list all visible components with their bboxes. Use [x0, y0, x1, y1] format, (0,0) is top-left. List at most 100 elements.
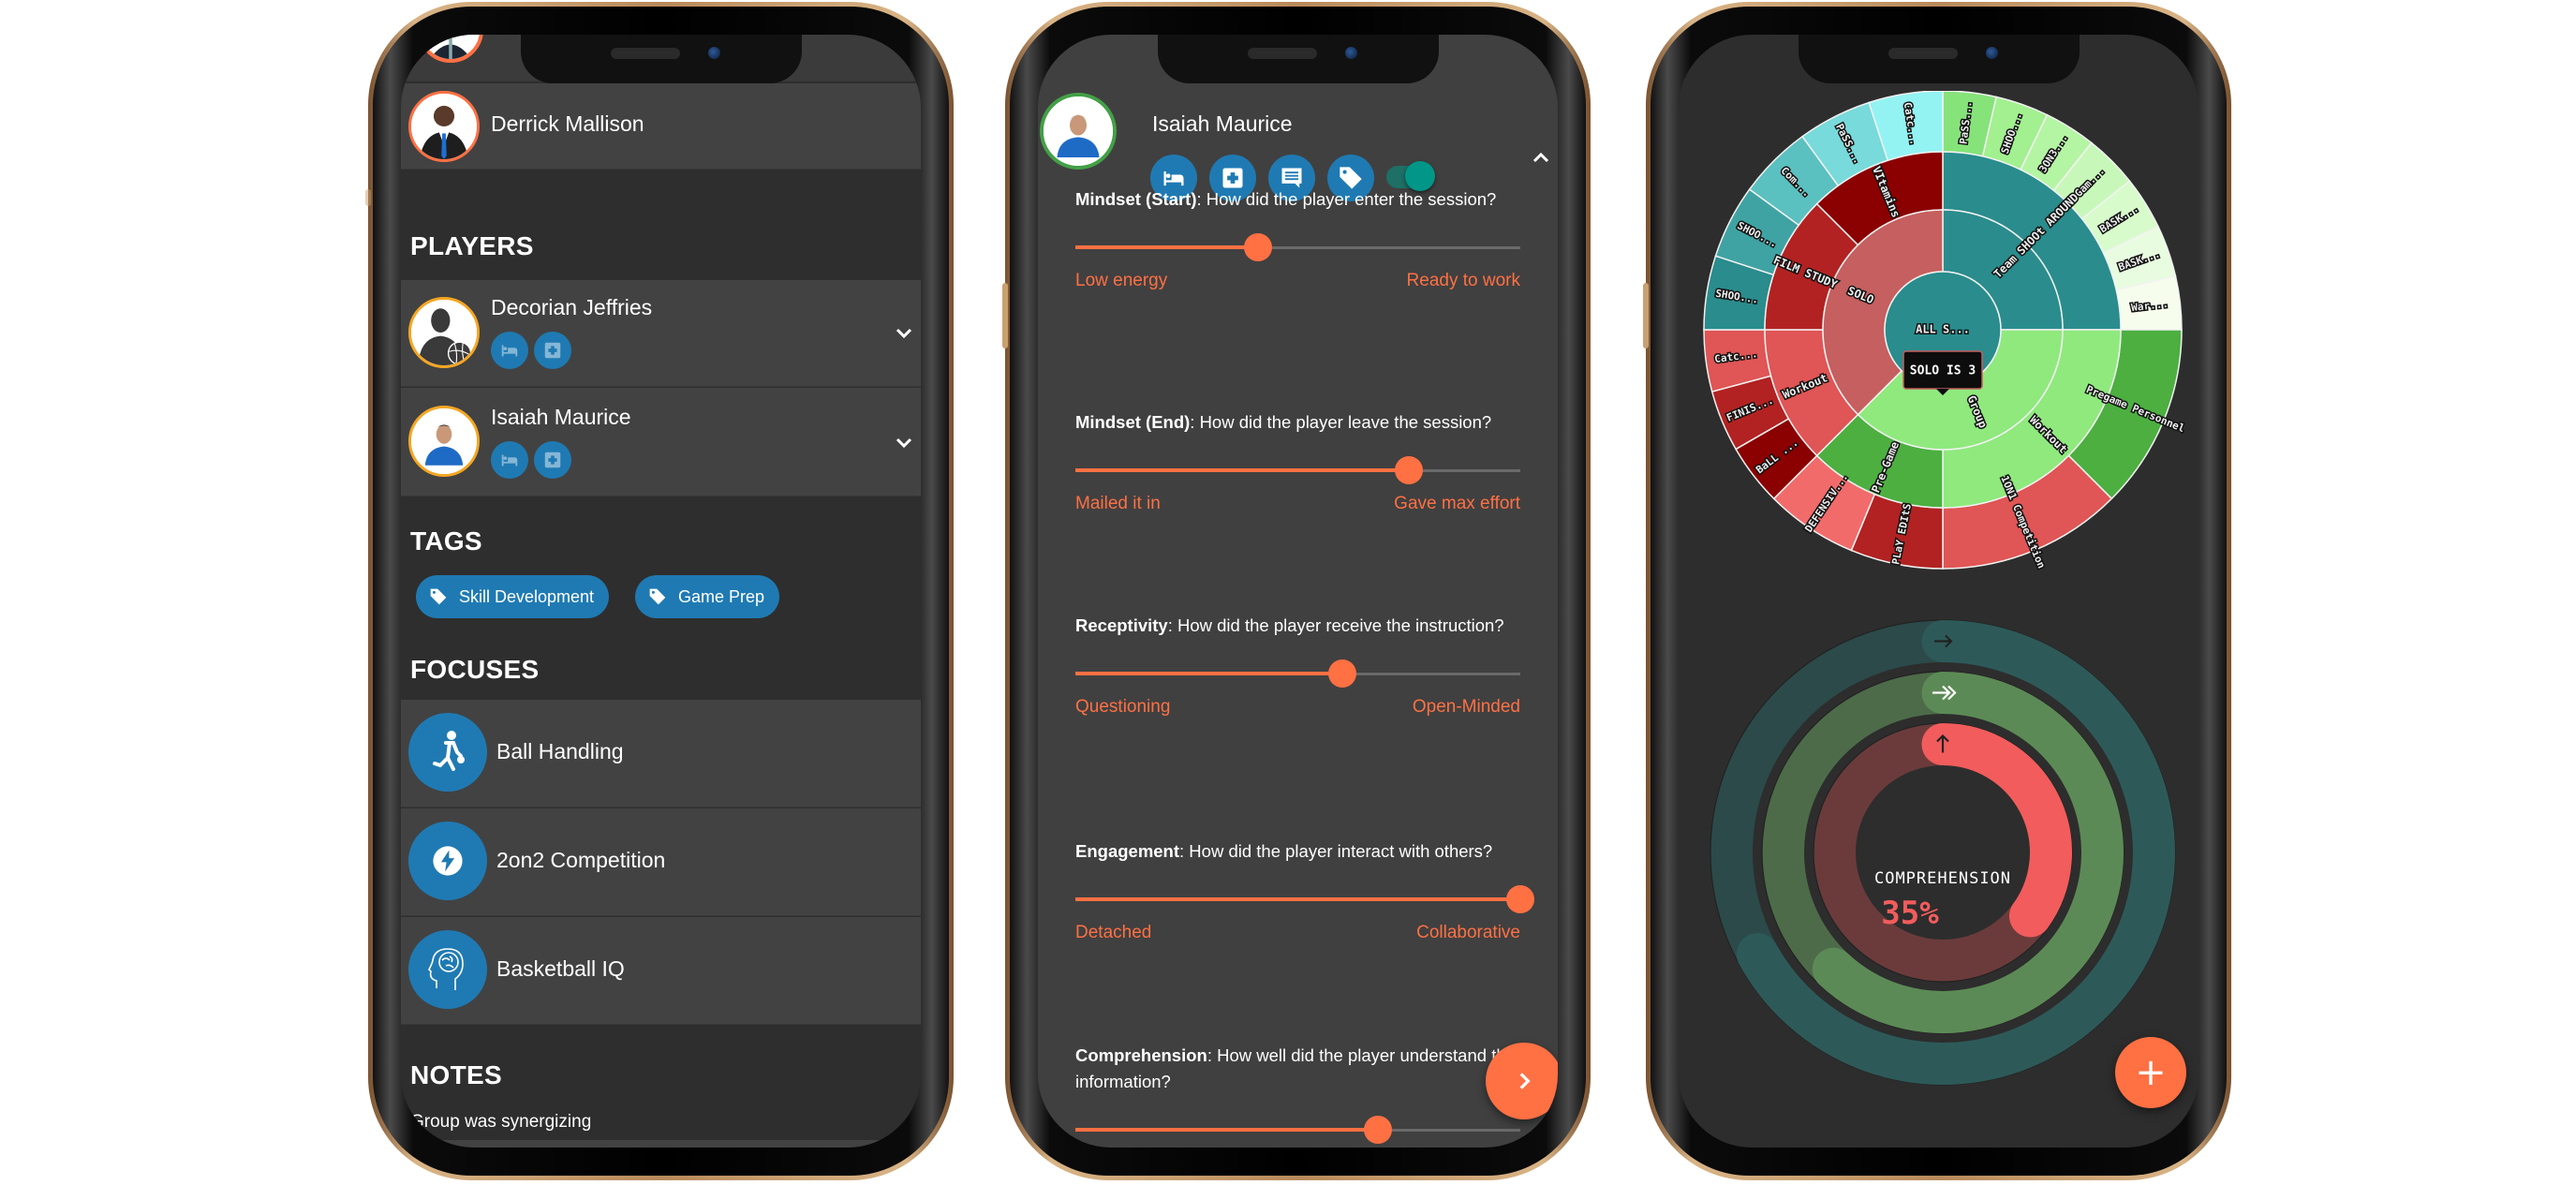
focuses-section-title: FOCUSES [410, 655, 540, 684]
notes-section-title: NOTES [410, 1060, 502, 1089]
question-text: Receptivity: How did the player receive … [1075, 613, 1520, 639]
rating-slider[interactable] [1075, 1116, 1520, 1144]
phone-side-button [1002, 283, 1008, 348]
plus-icon: + [2135, 1051, 2167, 1094]
question-prompt: : How did the player receive the instruc… [1167, 615, 1504, 635]
center-label: COMPREHENSION [1874, 869, 2011, 888]
player-avatar-placeholder [408, 297, 480, 368]
chevron-up-icon[interactable] [1530, 147, 1552, 170]
focus-row[interactable]: Ball Handling [401, 700, 921, 807]
question-block: Mindset (Start): How did the player ente… [1075, 186, 1520, 291]
phone-side-button [1643, 283, 1649, 348]
bed-icon[interactable] [491, 441, 528, 479]
question-title: Mindset (End) [1075, 412, 1191, 432]
notes-text: Group was synergizing [410, 1112, 592, 1132]
player-name: Decorian Jeffries [491, 295, 653, 319]
focus-label: 2on2 Competition [496, 848, 666, 872]
question-title: Comprehension [1075, 1045, 1207, 1065]
player-name: Isaiah Maurice [491, 405, 631, 429]
slider-min-label: Detached [1075, 923, 1152, 942]
tooltip-text: SOLO IS 3 [1910, 364, 1976, 378]
medical-plus-icon[interactable] [534, 441, 571, 479]
tags-section-title: TAGS [410, 526, 482, 555]
coach-avatar-partial [418, 35, 483, 63]
question-block: Receptivity: How did the player receive … [1075, 613, 1520, 718]
slider-fill [1075, 672, 1342, 675]
phone-side-button [365, 189, 371, 206]
phone-bezel: Isaiah Maurice Mindset (Start): How did … [1010, 7, 1586, 1176]
tag-label: Game Prep [678, 586, 765, 606]
toggle-switch[interactable] [1386, 161, 1435, 191]
slider-thumb[interactable] [1506, 885, 1534, 913]
slider-fill [1075, 468, 1410, 472]
coach-name: Derrick Mallison [491, 111, 644, 136]
front-camera [1985, 47, 1998, 59]
brain-head-icon [408, 930, 487, 1009]
slider-min-label: Mailed it in [1075, 494, 1161, 513]
tag-chip-skill-development[interactable]: Skill Development [416, 575, 610, 618]
speaker [1888, 48, 1958, 59]
question-block: Engagement: How did the player interact … [1075, 838, 1534, 943]
question-title: Engagement [1075, 841, 1180, 861]
session-summary-screen: Derrick Mallison PLAYERS Decorian Jeffri… [401, 35, 921, 1148]
add-button[interactable]: + [2115, 1037, 2186, 1108]
slider-thumb[interactable] [1395, 456, 1424, 484]
slider-max-label: Open-Minded [1412, 697, 1520, 717]
question-prompt: : How did the player leave the session? [1190, 412, 1492, 432]
player-row[interactable]: Decorian Jeffries [401, 280, 921, 387]
tag-icon [649, 588, 666, 605]
focus-label: Ball Handling [496, 739, 624, 763]
sunburst-tooltip: SOLO IS 3 [1902, 350, 1983, 395]
rating-slider[interactable] [1075, 659, 1520, 688]
speaker [610, 48, 680, 59]
player-avatar [1040, 93, 1117, 170]
rating-slider[interactable] [1075, 885, 1534, 913]
tag-chip-game-prep[interactable]: Game Prep [635, 575, 780, 618]
phone-frame-session-summary: Derrick Mallison PLAYERS Decorian Jeffri… [365, 2, 954, 1180]
question-title: Mindset (Start) [1075, 189, 1197, 209]
slider-thumb[interactable] [1328, 659, 1356, 688]
rating-slider[interactable] [1075, 233, 1520, 261]
slider-max-label: Collaborative [1416, 923, 1520, 942]
players-section-title: PLAYERS [410, 231, 534, 260]
ring-progress-inner [1921, 723, 2072, 938]
slider-fill [1075, 897, 1520, 901]
bottom-row [401, 1140, 921, 1148]
front-camera [1344, 47, 1357, 59]
player-evaluation-screen: Isaiah Maurice Mindset (Start): How did … [1038, 35, 1558, 1148]
chevron-down-icon[interactable] [893, 321, 915, 344]
coach-row[interactable]: Derrick Mallison [401, 83, 921, 170]
center-value: 35% [1881, 895, 1939, 932]
sunburst-root-label: ALL S... [1916, 323, 1970, 336]
question-text: Engagement: How did the player interact … [1075, 838, 1520, 865]
front-camera [707, 47, 720, 59]
dribbling-player-icon [408, 713, 487, 792]
sunburst-chart[interactable]: PaSS... SHOO... 3ON3...Gam...BASK...BASK..… [1679, 91, 2198, 615]
question-block: Mindset (End): How did the player leave … [1075, 409, 1520, 514]
notch [520, 35, 802, 83]
slider-fill [1075, 1128, 1378, 1132]
focus-row[interactable]: 2on2 Competition [401, 808, 921, 916]
phone-bezel: Derrick Mallison PLAYERS Decorian Jeffri… [373, 7, 949, 1176]
question-text: Mindset (Start): How did the player ente… [1075, 186, 1520, 213]
chevron-down-icon[interactable] [893, 431, 915, 453]
slider-thumb[interactable] [1364, 1116, 1392, 1144]
question-block: Comprehension: How well did the player u… [1075, 1043, 1520, 1148]
player-avatar [408, 406, 480, 477]
slider-min-label: Questioning [1075, 697, 1171, 717]
phone-frame-analytics: PaSS... SHOO... 3ON3... Gam... BASK... BASK..… [1643, 2, 2231, 1180]
slider-max-label: Gave max effort [1394, 494, 1520, 513]
tag-label: Skill Development [459, 586, 595, 606]
slider-fill [1075, 245, 1258, 249]
tag-icon [430, 588, 447, 605]
next-button[interactable] [1486, 1043, 1558, 1119]
bed-icon[interactable] [491, 332, 528, 369]
slider-thumb[interactable] [1243, 233, 1272, 261]
notch [1798, 35, 2080, 83]
phone-frame-player-evaluation: Isaiah Maurice Mindset (Start): How did … [1002, 2, 1591, 1180]
focus-row[interactable]: Basketball IQ [401, 917, 921, 1025]
medical-plus-icon[interactable] [534, 332, 571, 369]
player-row[interactable]: Isaiah Maurice [401, 388, 921, 496]
rating-slider[interactable] [1075, 456, 1520, 484]
analytics-screen: PaSS... SHOO... 3ON3... Gam... BASK... BASK..… [1679, 35, 2198, 1148]
